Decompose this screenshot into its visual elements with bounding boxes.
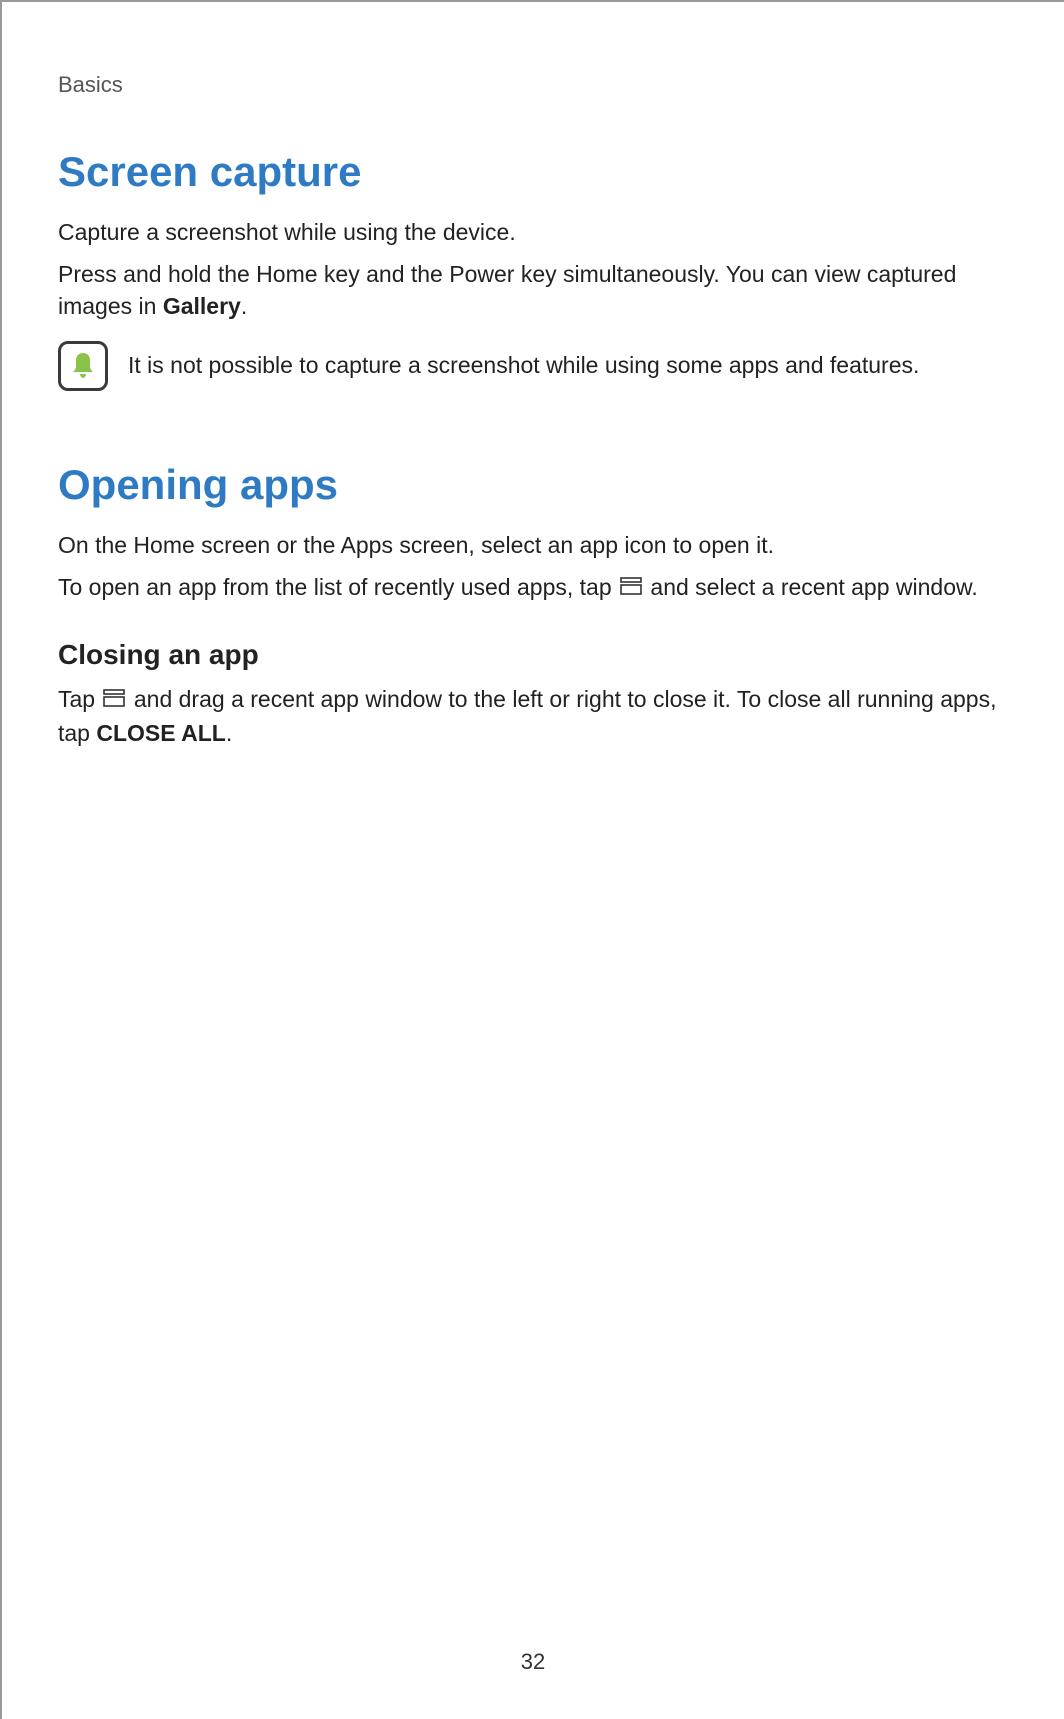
paragraph-recent-apps: To open an app from the list of recently…: [58, 571, 1014, 605]
recent-apps-icon: [620, 571, 642, 603]
gallery-bold: Gallery: [163, 293, 241, 319]
heading-opening-apps: Opening apps: [58, 461, 1014, 509]
subheading-closing-app: Closing an app: [58, 639, 1014, 671]
paragraph-open-app: On the Home screen or the Apps screen, s…: [58, 529, 1014, 561]
notification-bell-icon: [58, 341, 108, 391]
paragraph-capture-intro: Capture a screenshot while using the dev…: [58, 216, 1014, 248]
text-fragment: and select a recent app window.: [644, 574, 978, 600]
text-fragment: .: [241, 293, 247, 319]
note-text: It is not possible to capture a screensh…: [128, 349, 919, 381]
section-label: Basics: [58, 72, 1014, 98]
paragraph-close-app: Tap and drag a recent app window to the …: [58, 683, 1014, 749]
text-fragment: Tap: [58, 686, 101, 712]
heading-screen-capture: Screen capture: [58, 148, 1014, 196]
text-fragment: .: [226, 720, 232, 746]
paragraph-capture-method: Press and hold the Home key and the Powe…: [58, 258, 1014, 322]
close-all-bold: CLOSE ALL: [96, 720, 225, 746]
text-fragment: To open an app from the list of recently…: [58, 574, 618, 600]
recent-apps-icon: [103, 683, 125, 715]
note-block: It is not possible to capture a screensh…: [58, 341, 1014, 391]
page-number: 32: [2, 1649, 1064, 1675]
